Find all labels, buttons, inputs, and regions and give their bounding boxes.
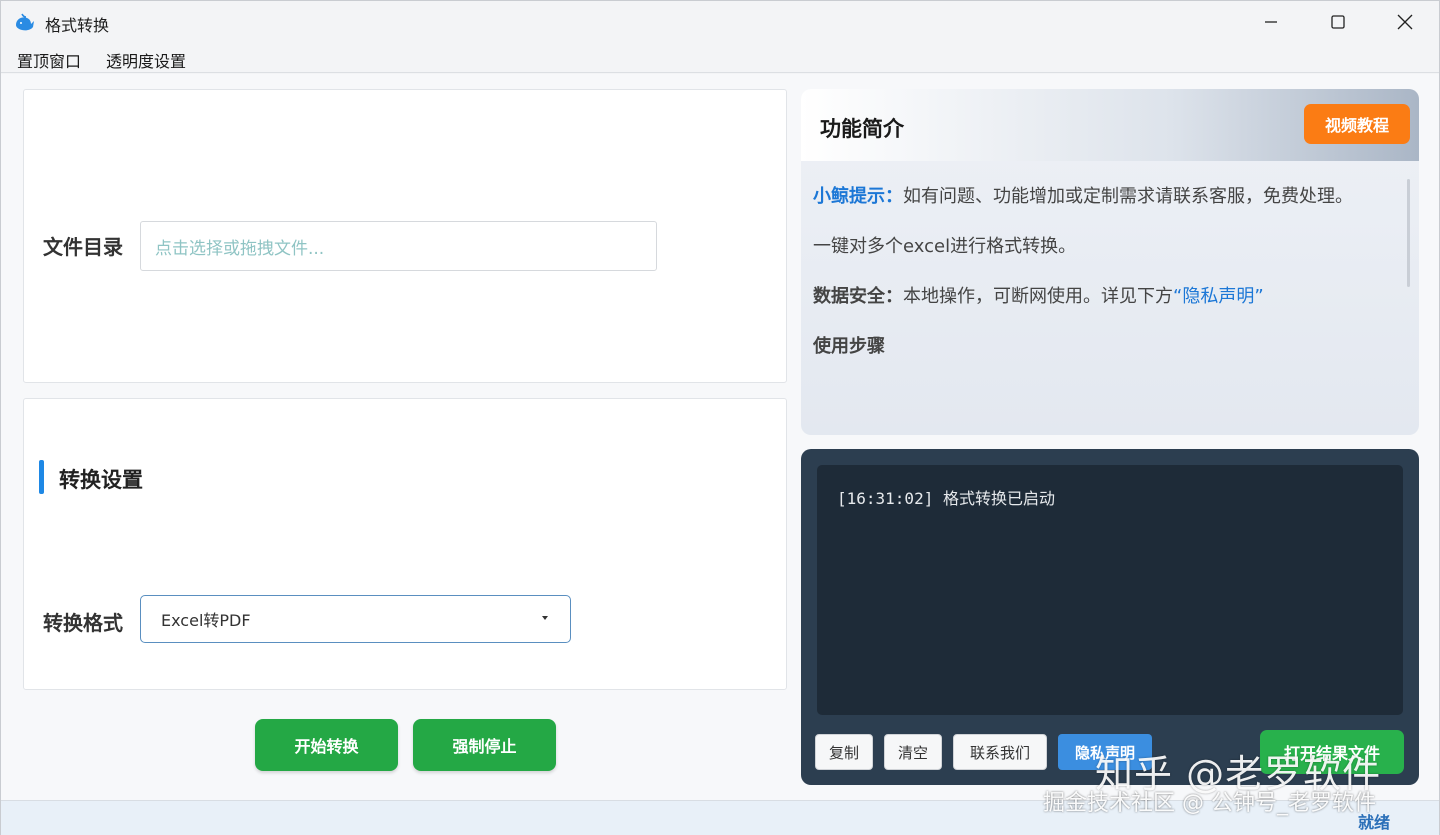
format-select[interactable]: Excel转PDF	[140, 595, 571, 643]
file-card: 文件目录 点击选择或拖拽文件...	[23, 89, 787, 383]
whale-logo-icon	[16, 13, 34, 31]
start-convert-button[interactable]: 开始转换	[255, 719, 398, 771]
menu-bar: 置顶窗口 透明度设置	[1, 43, 1439, 73]
app-window: 格式转换 置顶窗口 透明度设置 文件目录 点击选择或拖拽文件... 转换设置 转…	[0, 0, 1440, 835]
contact-us-button[interactable]: 联系我们	[953, 734, 1047, 770]
security-paragraph: 数据安全：本地操作，可断网使用。详见下方“隐私声明”	[813, 277, 1393, 317]
menu-item-pin-window[interactable]: 置顶窗口	[17, 48, 81, 72]
intro-panel: 功能简介 视频教程 小鲸提示：如有问题、功能增加或定制需求请联系客服，免费处理。…	[801, 89, 1419, 435]
tip-label: 小鲸提示：	[813, 186, 903, 207]
log-line: [16:31:02] 格式转换已启动	[837, 489, 1055, 508]
tip-text: 如有问题、功能增加或定制需求请联系客服，免费处理。	[903, 186, 1353, 207]
file-path-placeholder: 点击选择或拖拽文件...	[155, 238, 325, 259]
chevron-down-icon	[542, 616, 548, 620]
menu-item-opacity-settings[interactable]: 透明度设置	[106, 48, 186, 72]
settings-card: 转换设置 转换格式 Excel转PDF	[23, 398, 787, 690]
security-text: 本地操作，可断网使用。详见下方	[903, 286, 1173, 307]
file-directory-label: 文件目录	[43, 235, 123, 259]
file-path-input[interactable]: 点击选择或拖拽文件...	[140, 221, 657, 271]
log-panel: [16:31:02] 格式转换已启动 复制 清空 联系我们 隐私声明 打开结果文…	[801, 449, 1419, 785]
section-accent-bar	[39, 460, 44, 494]
content-area: 文件目录 点击选择或拖拽文件... 转换设置 转换格式 Excel转PDF 开始…	[1, 74, 1439, 800]
title-bar: 格式转换	[1, 1, 1439, 43]
minimize-button[interactable]	[1237, 1, 1305, 43]
security-label: 数据安全：	[813, 286, 903, 307]
intro-title: 功能简介	[820, 117, 904, 141]
close-button[interactable]	[1371, 1, 1439, 43]
settings-title: 转换设置	[59, 468, 143, 492]
maximize-icon	[1331, 15, 1345, 29]
close-icon	[1397, 14, 1413, 30]
intro-scrollbar[interactable]	[1407, 179, 1410, 287]
privacy-link[interactable]: “隐私声明”	[1173, 286, 1264, 307]
description-paragraph: 一键对多个excel进行格式转换。	[813, 236, 1077, 257]
video-tutorial-button[interactable]: 视频教程	[1304, 104, 1410, 144]
format-select-value: Excel转PDF	[161, 611, 251, 630]
log-output: [16:31:02] 格式转换已启动	[817, 465, 1403, 715]
minimize-icon	[1265, 21, 1277, 23]
clear-button[interactable]: 清空	[884, 734, 942, 770]
tip-paragraph: 小鲸提示：如有问题、功能增加或定制需求请联系客服，免费处理。	[813, 177, 1393, 217]
watermark-juejin: 掘金技术社区 @ 公钟号_老罗软件	[1043, 791, 1376, 816]
force-stop-button[interactable]: 强制停止	[413, 719, 556, 771]
intro-body: 小鲸提示：如有问题、功能增加或定制需求请联系客服，免费处理。 一键对多个exce…	[813, 177, 1393, 377]
window-title: 格式转换	[45, 16, 110, 35]
usage-steps-heading: 使用步骤	[813, 336, 885, 357]
intro-header: 功能简介 视频教程	[801, 89, 1419, 161]
copy-button[interactable]: 复制	[815, 734, 873, 770]
format-label: 转换格式	[43, 611, 123, 635]
maximize-button[interactable]	[1304, 1, 1372, 43]
